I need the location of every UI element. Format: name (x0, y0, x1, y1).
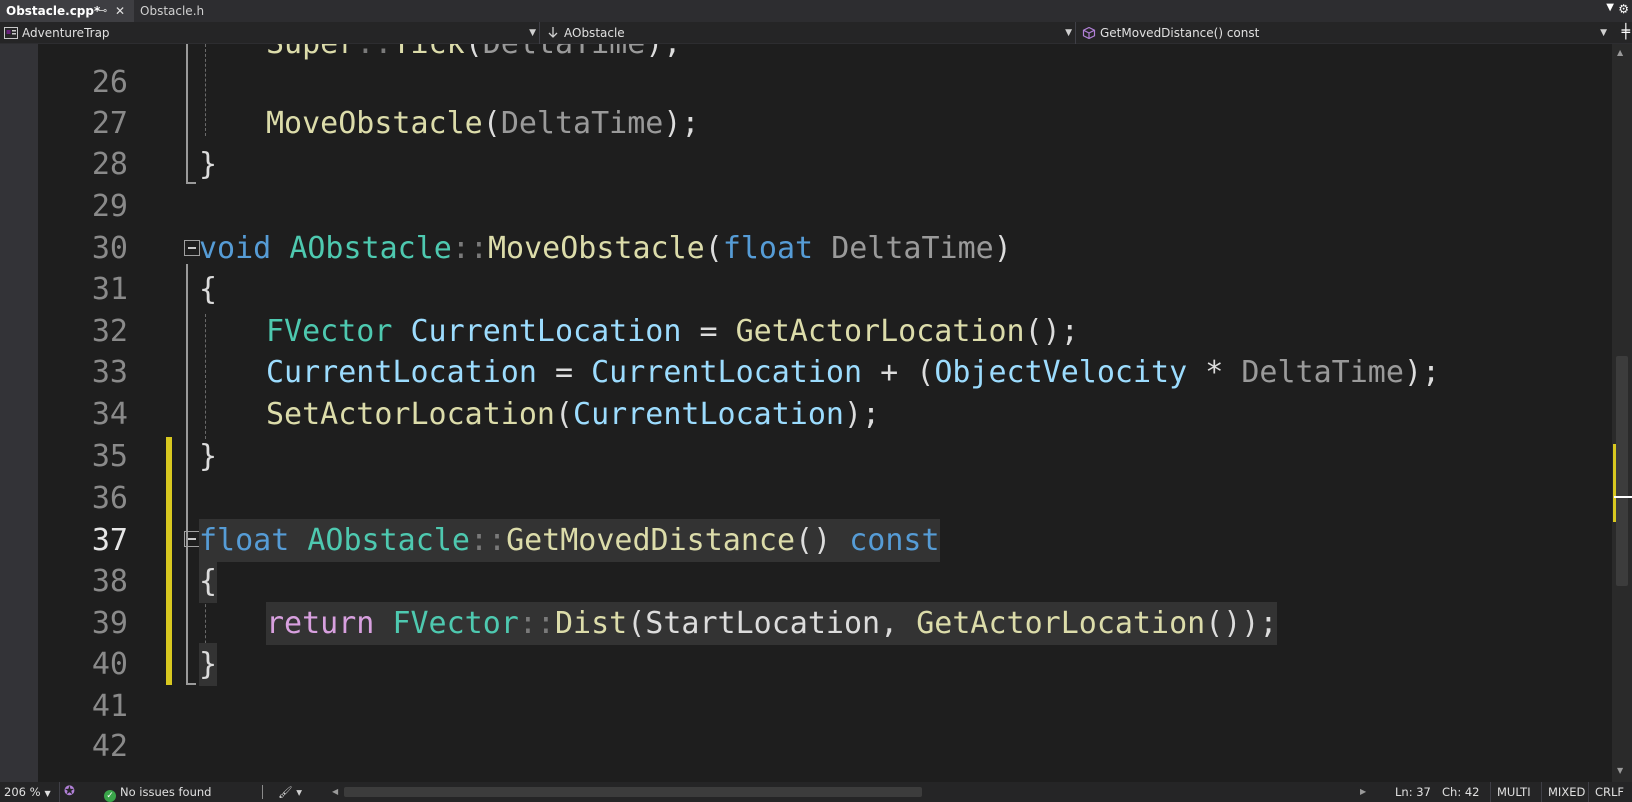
code-line-current: 37 float AObstacle::GetMovedDistance() c… (0, 519, 1612, 562)
split-window-icon[interactable]: ╪ (1622, 24, 1630, 40)
line-number: 36 (91, 481, 128, 516)
line-number: 40 (91, 647, 128, 682)
code-line: 28 } (0, 143, 1612, 186)
scrollbar-caret-marker (1614, 496, 1632, 498)
divider (262, 785, 263, 799)
project-icon (4, 27, 18, 39)
code-line: 38 { (0, 560, 1612, 603)
line-number: 38 (91, 564, 128, 599)
line-number: 26 (91, 65, 128, 100)
tab-title: Obstacle.cpp* (6, 4, 101, 18)
line-number: 28 (91, 147, 128, 182)
issues-text: No issues found (120, 785, 212, 799)
code-line: 40 } (0, 643, 1612, 686)
code-line: 34 SetActorLocation(CurrentLocation); (0, 393, 1612, 436)
project-name: AdventureTrap (22, 26, 110, 40)
close-icon[interactable]: ✕ (115, 0, 125, 22)
copilot-icon[interactable]: ✪ (64, 782, 75, 802)
code-text: } (199, 643, 218, 686)
tabs-mode[interactable]: MULTI (1490, 782, 1531, 802)
code-text: { (199, 560, 218, 603)
chevron-down-icon: ▼ (1600, 28, 1607, 38)
code-text: void AObstacle::MoveObstacle(float Delta… (199, 231, 1012, 266)
code-line: 36 (0, 477, 1612, 520)
code-line: 32 FVector CurrentLocation = GetActorLoc… (0, 310, 1612, 353)
scroll-down-icon[interactable]: ▼ (1617, 766, 1623, 775)
scroll-up-icon[interactable]: ▲ (1617, 48, 1623, 57)
code-text: { (199, 272, 218, 307)
code-text: return FVector::Dist(StartLocation, GetA… (266, 602, 1278, 645)
code-line: 41 (0, 685, 1612, 728)
code-text: MoveObstacle(DeltaTime); (266, 106, 700, 141)
code-line: 29 (0, 185, 1612, 228)
document-tab-strip: Obstacle.cpp* ⊸ ✕ Obstacle.h ▼ ⚙ (0, 0, 1632, 22)
tab-obstacle-h[interactable]: Obstacle.h (134, 0, 234, 22)
code-text: } (199, 439, 218, 474)
scrollbar-thumb[interactable] (1616, 356, 1628, 586)
gear-icon[interactable]: ⚙ (1618, 2, 1629, 16)
line-number: 41 (91, 689, 128, 724)
code-text: SetActorLocation(CurrentLocation); (266, 397, 881, 432)
code-line: 33 CurrentLocation = CurrentLocation + (… (0, 351, 1612, 394)
code-line: 26 (0, 61, 1612, 104)
tab-obstacle-cpp[interactable]: Obstacle.cpp* ⊸ ✕ (0, 0, 134, 22)
code-text: } (199, 147, 218, 182)
editor-status-bar: 206 % ▼ ✪ ✓ No issues found 🖌 ▾ ◀ ▶ Ln: 37… (0, 782, 1632, 802)
code-text: FVector CurrentLocation = GetActorLocati… (266, 314, 1079, 349)
line-number: 39 (91, 606, 128, 641)
tab-title: Obstacle.h (140, 4, 205, 18)
member-name: GetMovedDistance() const (1100, 26, 1260, 40)
code-text: float AObstacle::GetMovedDistance() cons… (199, 519, 940, 562)
member-dropdown[interactable]: GetMovedDistance() const ▼ (1078, 22, 1610, 44)
class-scope-dropdown[interactable]: AObstacle ▼ (542, 22, 1076, 44)
chevron-down-icon[interactable]: ▼ (1606, 2, 1614, 13)
line-position[interactable]: Ln: 37 (1395, 782, 1431, 802)
line-number: 42 (91, 729, 128, 764)
line-number: 29 (91, 189, 128, 224)
line-number: 32 (91, 314, 128, 349)
scrollbar-change-marker (1613, 444, 1616, 522)
code-text: CurrentLocation = CurrentLocation + (Obj… (266, 355, 1441, 390)
line-number: 34 (91, 397, 128, 432)
scroll-left-icon[interactable]: ◀ (332, 782, 338, 802)
code-cleanup-icon[interactable]: 🖌 ▾ (278, 782, 302, 802)
navigation-bar: AdventureTrap ▼ AObstacle ▼ GetMovedDist… (0, 22, 1632, 44)
code-line: 35 } (0, 435, 1612, 478)
scroll-right-icon[interactable]: ▶ (1360, 782, 1366, 802)
chevron-down-icon: ▼ (529, 28, 536, 38)
indent-mode[interactable]: MIXED (1541, 782, 1585, 802)
zoom-level: 206 % (4, 785, 41, 799)
code-line: 27 MoveObstacle(DeltaTime); (0, 102, 1612, 145)
zoom-dropdown[interactable]: 206 % ▼ (4, 782, 60, 802)
code-editor[interactable]: Super::Tick(DeltaTime); 26 27 MoveObstac… (0, 44, 1612, 782)
code-line: 30 void AObstacle::MoveObstacle(float De… (0, 227, 1612, 270)
vertical-scrollbar[interactable]: ▲ ▼ (1612, 44, 1632, 782)
class-scope-name: AObstacle (564, 26, 625, 40)
line-endings[interactable]: CRLF (1588, 782, 1624, 802)
line-number: 27 (91, 106, 128, 141)
code-line: 42 (0, 725, 1612, 768)
chevron-down-icon: ▼ (44, 789, 51, 798)
line-number: 30 (91, 231, 128, 266)
project-dropdown[interactable]: AdventureTrap ▼ (0, 22, 540, 44)
line-number: 33 (91, 355, 128, 390)
code-line: 39 return FVector::Dist(StartLocation, G… (0, 602, 1612, 645)
horizontal-scrollbar[interactable]: ◀ ▶ (330, 782, 1366, 802)
method-cube-icon (1082, 27, 1096, 39)
check-icon: ✓ (104, 790, 116, 802)
issues-indicator[interactable]: ✓ No issues found (104, 782, 211, 802)
line-number: 35 (91, 439, 128, 474)
column-position[interactable]: Ch: 42 (1442, 782, 1479, 802)
line-number: 37 (91, 523, 128, 558)
pin-icon[interactable]: ⊸ (98, 0, 107, 22)
scrollbar-thumb[interactable] (344, 787, 922, 797)
code-line: 31 { (0, 268, 1612, 311)
chevron-down-icon: ▼ (1065, 28, 1072, 38)
line-number: 31 (91, 272, 128, 307)
scope-arrow-icon (548, 27, 558, 38)
